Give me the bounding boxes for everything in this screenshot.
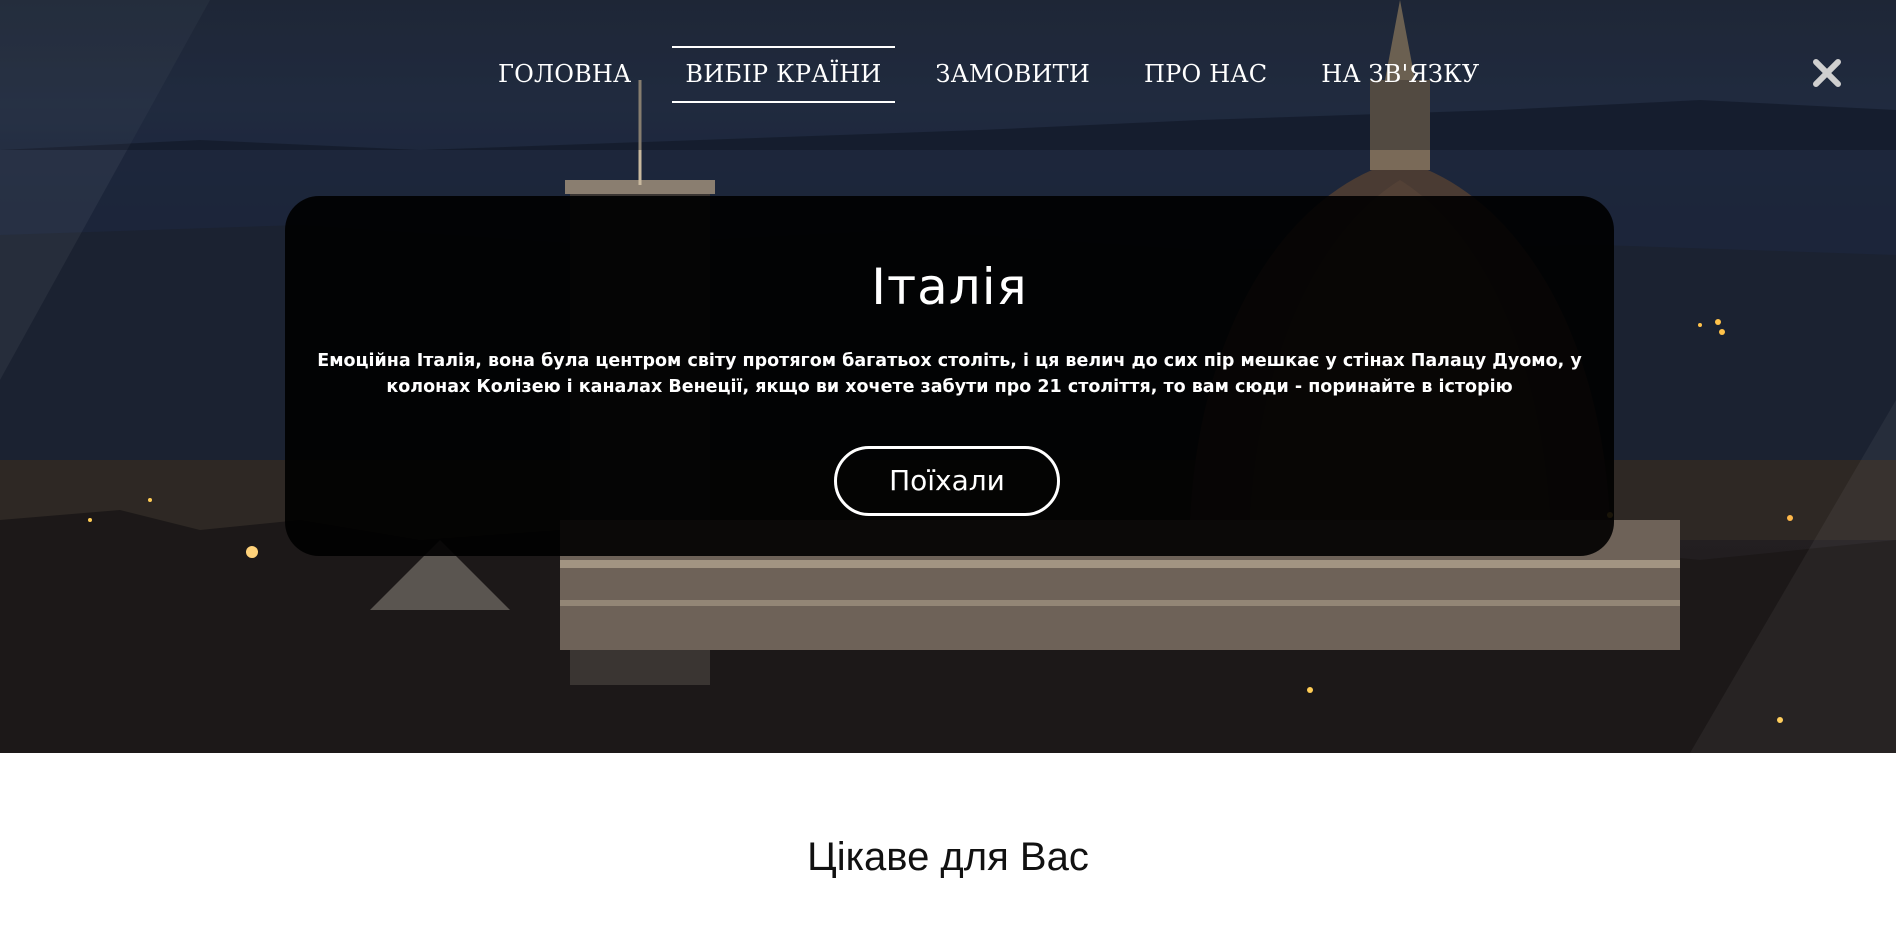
nav-item-about[interactable]: ПРО НАС (1131, 46, 1280, 103)
country-info-card: Італія Емоційна Італія, вона була центро… (285, 196, 1614, 556)
close-icon[interactable] (1812, 58, 1842, 88)
nav-item-home[interactable]: ГОЛОВНА (485, 46, 644, 103)
nav-item-order[interactable]: ЗАМОВИТИ (923, 46, 1103, 103)
section-title: Цікаве для Вас (807, 835, 1089, 879)
top-navigation-bar: ГОЛОВНА ВИБІР КРАЇНИ ЗАМОВИТИ ПРО НАС НА… (0, 0, 1896, 150)
main-nav: ГОЛОВНА ВИБІР КРАЇНИ ЗАМОВИТИ ПРО НАС НА… (485, 46, 1520, 103)
country-title: Італія (871, 258, 1028, 316)
nav-item-choose-country[interactable]: ВИБІР КРАЇНИ (672, 46, 895, 103)
nav-item-contact[interactable]: НА ЗВ'ЯЗКУ (1308, 46, 1492, 103)
hero-section: ГОЛОВНА ВИБІР КРАЇНИ ЗАМОВИТИ ПРО НАС НА… (0, 0, 1896, 753)
country-description: Емоційна Італія, вона була центром світу… (317, 351, 1582, 397)
go-button[interactable]: Поїхали (834, 446, 1060, 516)
